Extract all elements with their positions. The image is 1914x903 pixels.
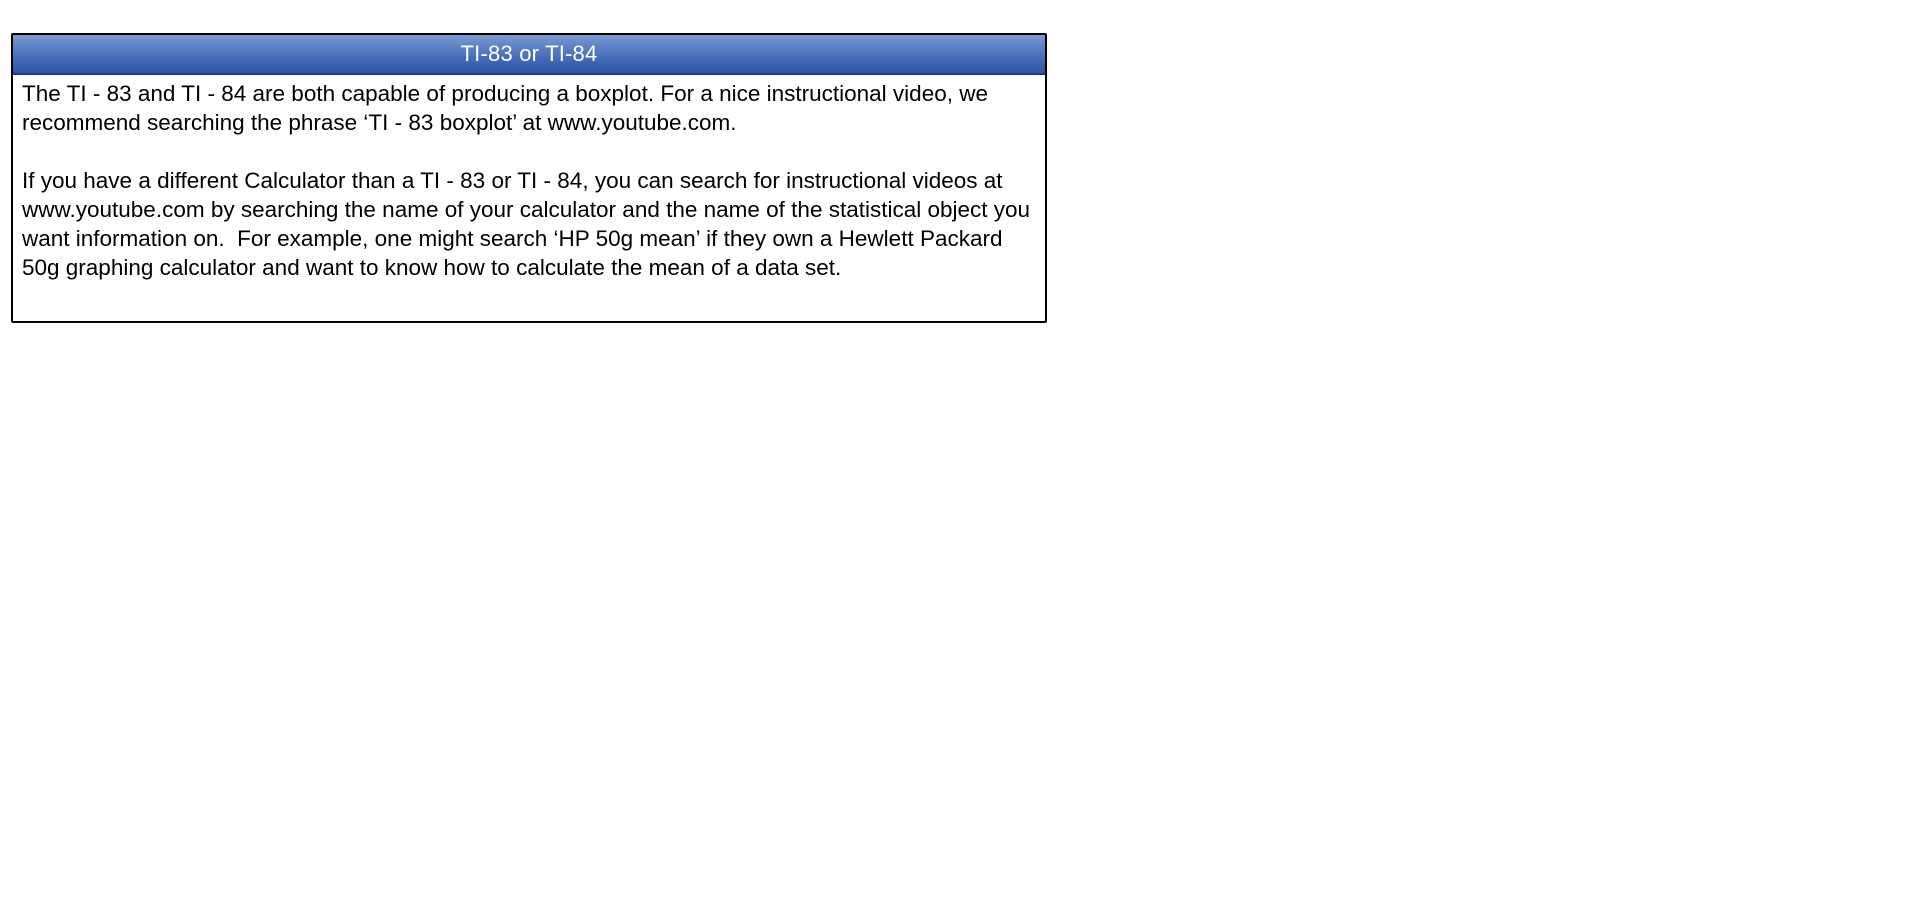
calculator-info-box: TI-83 or TI-84 The TI - 83 and TI - 84 a…	[11, 33, 1047, 323]
box-body: The TI - 83 and TI - 84 are both capable…	[13, 75, 1045, 282]
box-paragraph-boxplot: The TI - 83 and TI - 84 are both capable…	[22, 81, 988, 135]
box-paragraph-other-calculators: If you have a different Calculator than …	[22, 168, 1037, 280]
box-title: TI-83 or TI-84	[13, 35, 1045, 75]
